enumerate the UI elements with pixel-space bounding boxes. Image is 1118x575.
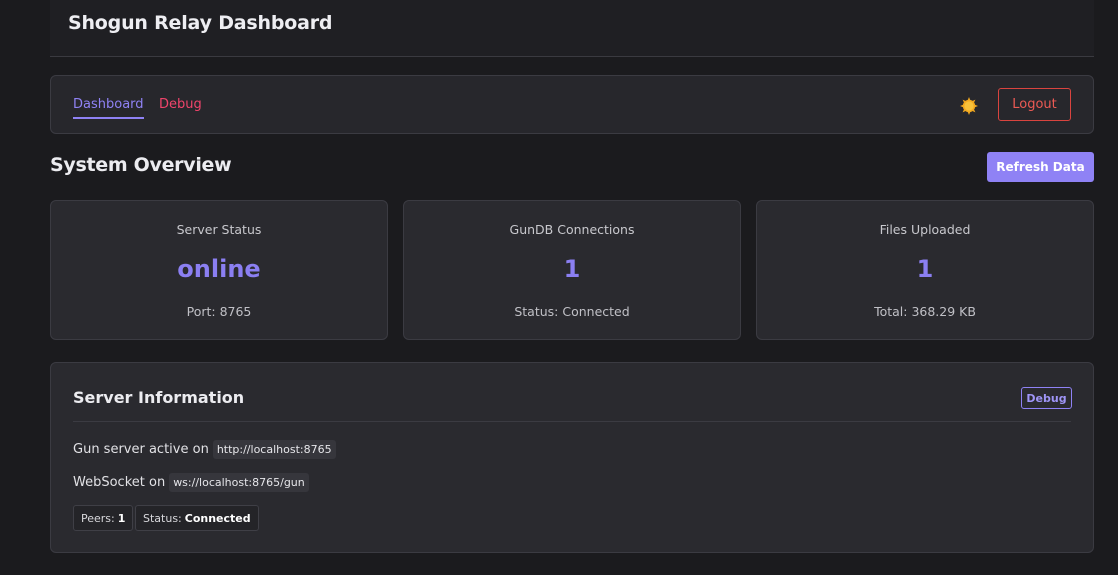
card-value: 1 bbox=[916, 255, 934, 283]
peers-value: 1 bbox=[117, 511, 126, 525]
gun-server-label: Gun server active on bbox=[73, 442, 209, 457]
status-value: Connected bbox=[184, 511, 251, 525]
sun-icon[interactable] bbox=[959, 96, 979, 116]
section-title: System Overview bbox=[50, 154, 232, 176]
divider bbox=[73, 421, 1071, 422]
card-label: Server Status bbox=[176, 222, 262, 237]
navbar: Dashboard Debug Logout bbox=[50, 75, 1094, 134]
server-status-card: Server Status online Port: 8765 bbox=[50, 200, 388, 340]
card-label: Files Uploaded bbox=[879, 222, 971, 237]
status-badge: Status: Connected bbox=[135, 505, 259, 531]
panel-title: Server Information bbox=[73, 388, 245, 407]
card-subtext: Status: Connected bbox=[514, 304, 630, 319]
websocket-url: ws://localhost:8765/gun bbox=[169, 473, 309, 492]
debug-badge-button[interactable]: Debug bbox=[1021, 387, 1072, 409]
server-information-panel: Server Information Debug Gun server acti… bbox=[50, 362, 1094, 553]
card-subtext: Total: 368.29 KB bbox=[874, 304, 976, 319]
peers-badge: Peers: 1 bbox=[73, 505, 134, 531]
gundb-connections-card: GunDB Connections 1 Status: Connected bbox=[403, 200, 741, 340]
peers-label: Peers: bbox=[81, 511, 115, 525]
app-title: Shogun Relay Dashboard bbox=[68, 12, 333, 34]
tab-debug[interactable]: Debug bbox=[159, 97, 202, 112]
logout-button[interactable]: Logout bbox=[998, 88, 1071, 121]
files-uploaded-card: Files Uploaded 1 Total: 368.29 KB bbox=[756, 200, 1094, 340]
card-value: 1 bbox=[563, 255, 581, 283]
card-label: GunDB Connections bbox=[509, 222, 635, 237]
gun-server-line: Gun server active on http://localhost:87… bbox=[73, 440, 336, 459]
status-label: Status: bbox=[143, 511, 182, 525]
card-value: online bbox=[177, 255, 261, 283]
card-subtext: Port: 8765 bbox=[186, 304, 252, 319]
refresh-data-button[interactable]: Refresh Data bbox=[987, 152, 1094, 182]
websocket-label: WebSocket on bbox=[73, 475, 166, 490]
gun-server-url: http://localhost:8765 bbox=[212, 440, 336, 459]
app-header: Shogun Relay Dashboard bbox=[50, 0, 1094, 57]
websocket-line: WebSocket on ws://localhost:8765/gun bbox=[73, 473, 309, 492]
tab-dashboard[interactable]: Dashboard bbox=[73, 97, 144, 119]
